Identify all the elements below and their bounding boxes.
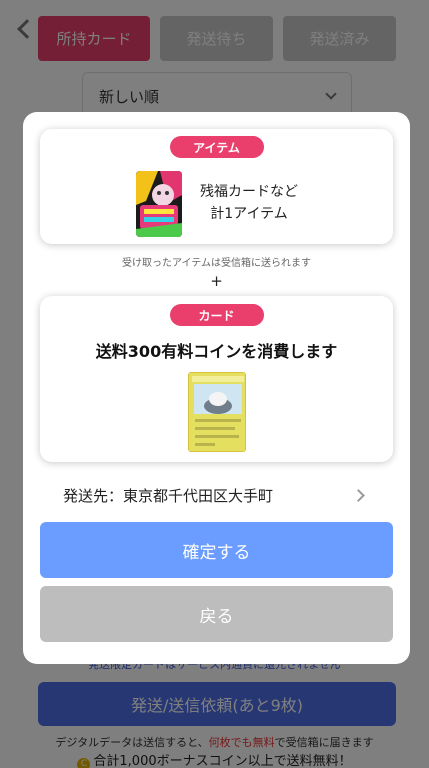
plus-sign: + xyxy=(210,272,223,290)
item-section-card: アイテム 残福カードなど 計1アイテム xyxy=(40,129,393,244)
coin-consume-text: 送料300有料コインを消費します xyxy=(95,342,338,361)
item-line-2: 計1アイテム xyxy=(210,206,288,222)
confirm-shipping-modal: アイテム 残福カードなど 計1アイテム 受け取ったアイテムは受信箱に送られます … xyxy=(23,112,410,664)
received-note: 受け取ったアイテムは受信箱に送られます xyxy=(122,258,311,269)
item-description: 残福カードなど 計1アイテム xyxy=(200,181,298,225)
card-section-card: カード 送料300有料コインを消費します xyxy=(40,296,393,462)
shipping-destination-row[interactable]: 発送先：東京都千代田区大手町 xyxy=(63,482,365,508)
confirm-button[interactable]: 確定する xyxy=(40,522,393,578)
shipping-destination-text: 発送先：東京都千代田区大手町 xyxy=(63,486,274,505)
item-badge: アイテム xyxy=(169,136,264,158)
back-button[interactable]: 戻る xyxy=(40,586,393,642)
card-badge: カード xyxy=(169,304,264,326)
chevron-right-icon xyxy=(352,488,365,502)
trading-card-icon xyxy=(188,372,246,452)
item-line-1: 残福カードなど xyxy=(200,184,298,200)
item-card-icon xyxy=(136,171,182,237)
